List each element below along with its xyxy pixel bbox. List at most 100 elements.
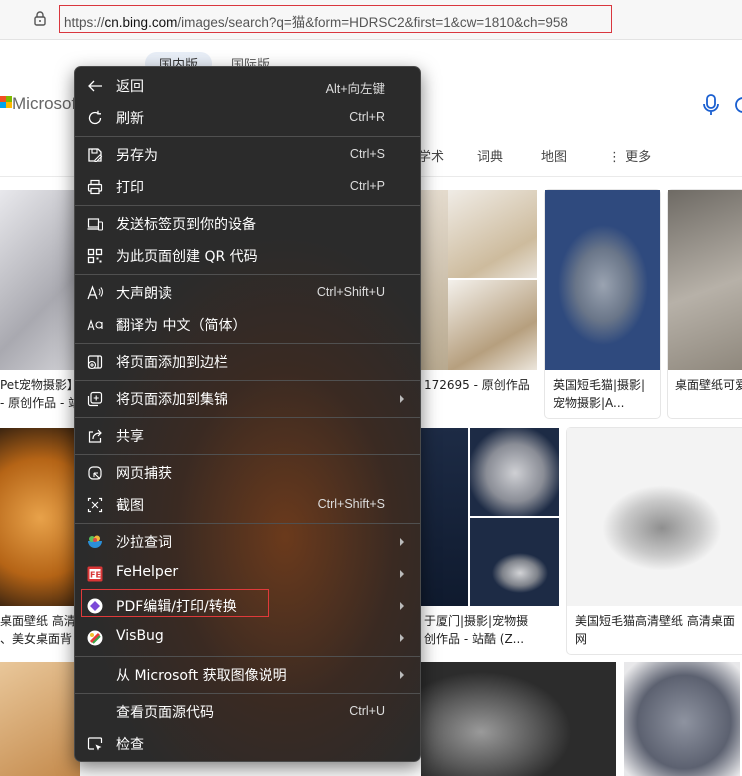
menu-item-fehelper[interactable]: FE FeHelper xyxy=(79,559,416,589)
microphone-icon[interactable] xyxy=(701,94,721,116)
menu-separator xyxy=(75,136,420,137)
menu-item-back[interactable]: 返回 Alt+向左键 xyxy=(79,71,416,101)
menu-label: 刷新 xyxy=(116,111,144,127)
result-caption-3b: 宠物摄影|A... xyxy=(553,396,625,410)
result-caption-7b: 网 xyxy=(575,632,588,646)
save-as-icon xyxy=(88,148,103,162)
menu-label: 从 Microsoft 获取图像说明 xyxy=(116,668,287,684)
menu-item-inspect[interactable]: 检查 xyxy=(79,729,416,759)
menu-separator xyxy=(75,693,420,694)
back-arrow-icon xyxy=(88,80,102,92)
nav-tab-maps[interactable]: 地图 xyxy=(541,146,567,165)
nav-tab-academic[interactable]: 学术 xyxy=(418,146,444,165)
menu-separator xyxy=(75,417,420,418)
add-to-sidebar-icon xyxy=(87,355,103,370)
result-caption-1b[interactable]: - 原创作品 - 站 xyxy=(0,394,80,412)
menu-shortcut: Ctrl+S xyxy=(349,147,385,161)
highlight-box xyxy=(81,589,269,617)
result-image-6a[interactable] xyxy=(421,428,468,606)
result-image-3[interactable] xyxy=(545,190,660,370)
send-to-device-icon xyxy=(87,218,103,231)
svg-text:FE: FE xyxy=(90,571,101,580)
menu-shortcut: Ctrl+P xyxy=(349,179,385,193)
microsoft-logo-icon[interactable] xyxy=(0,96,12,114)
url-prefix: https:// xyxy=(64,15,105,30)
menu-item-share[interactable]: 共享 xyxy=(79,421,416,451)
result-image-6b[interactable] xyxy=(470,428,559,516)
address-bar-area: https://cn.bing.com/images/search?q=猫&fo… xyxy=(0,0,742,40)
browser-window: https://cn.bing.com/images/search?q=猫&fo… xyxy=(0,0,742,776)
lock-icon[interactable] xyxy=(32,10,48,26)
result-image-2a[interactable] xyxy=(421,190,448,370)
qr-code-icon xyxy=(87,248,103,264)
result-image-2b[interactable] xyxy=(448,190,537,278)
visual-search-icon[interactable] xyxy=(734,94,742,116)
result-caption-5b[interactable]: 、美女桌面背 xyxy=(0,630,80,648)
url-field[interactable]: https://cn.bing.com/images/search?q=猫&fo… xyxy=(59,5,612,33)
menu-item-visbug[interactable]: VisBug xyxy=(79,623,416,653)
menu-label: 沙拉查词 xyxy=(116,535,172,551)
menu-item-save-as[interactable]: 另存为 Ctrl+S xyxy=(79,140,416,170)
screenshot-icon xyxy=(87,497,103,513)
menu-item-read-aloud[interactable]: 大声朗读 Ctrl+Shift+U xyxy=(79,278,416,308)
result-image-9[interactable] xyxy=(421,662,616,776)
menu-shortcut: Ctrl+Shift+U xyxy=(316,285,385,299)
result-image-2c[interactable] xyxy=(448,280,537,370)
result-image-4[interactable] xyxy=(668,190,742,370)
menu-label: 截图 xyxy=(116,498,144,514)
web-capture-icon xyxy=(88,466,102,480)
menu-separator xyxy=(75,343,420,344)
menu-label: 检查 xyxy=(116,737,144,753)
menu-label: 为此页面创建 QR 代码 xyxy=(116,249,258,265)
menu-label: 打印 xyxy=(116,180,144,196)
menu-shortcut: Ctrl+Shift+S xyxy=(317,497,385,511)
inspect-icon xyxy=(87,737,103,751)
menu-label: 网页捕获 xyxy=(116,466,172,482)
menu-shortcut: Ctrl+R xyxy=(349,110,385,124)
result-card-3[interactable]: 英国短毛猫|摄影| 宠物摄影|A... xyxy=(545,190,660,418)
result-caption-6b[interactable]: 创作品 - 站酷 (Z... xyxy=(424,630,560,648)
nav-tab-more[interactable]: ⋮ 更多 xyxy=(608,146,651,165)
nav-tab-dictionary[interactable]: 词典 xyxy=(477,146,503,165)
menu-item-refresh[interactable]: 刷新 Ctrl+R xyxy=(79,103,416,133)
menu-item-send-to-device[interactable]: 发送标签页到你的设备 xyxy=(79,209,416,239)
result-image-7[interactable] xyxy=(567,428,742,606)
nav-tab-more-label: 更多 xyxy=(625,150,652,165)
menu-item-add-to-collections[interactable]: 将页面添加到集锦 xyxy=(79,384,416,414)
result-card-7[interactable]: 美国短毛猫高清壁纸 高清桌面 网 xyxy=(567,428,742,654)
menu-item-web-capture[interactable]: 网页捕获 xyxy=(79,458,416,488)
menu-item-view-source[interactable]: 查看页面源代码 Ctrl+U xyxy=(79,697,416,727)
menu-separator xyxy=(75,274,420,275)
fehelper-icon: FE xyxy=(87,566,103,582)
menu-item-salad-dictionary[interactable]: 沙拉查词 xyxy=(79,527,416,557)
result-caption-1a[interactable]: Pet宠物摄影】 xyxy=(0,376,80,394)
result-caption-7a: 美国短毛猫高清壁纸 高清桌面 xyxy=(575,614,735,628)
chevron-right-icon xyxy=(400,570,404,578)
menu-item-image-descriptions[interactable]: 从 Microsoft 获取图像说明 xyxy=(79,660,416,690)
menu-item-screenshot[interactable]: 截图 Ctrl+Shift+S xyxy=(79,490,416,520)
microsoft-logo-text[interactable]: Microsoft xyxy=(12,94,81,114)
menu-label: FeHelper xyxy=(116,564,179,580)
result-caption-3a: 英国短毛猫|摄影| xyxy=(553,378,646,392)
result-caption-5a[interactable]: 桌面壁纸 高清 xyxy=(0,612,80,630)
result-image-10[interactable] xyxy=(624,662,740,776)
result-caption-2[interactable]: 172695 - 原创作品 xyxy=(424,376,536,394)
menu-label: 返回 xyxy=(116,79,144,95)
result-image-6c[interactable] xyxy=(470,518,559,606)
menu-label: 将页面添加到边栏 xyxy=(116,355,228,371)
result-caption-6a[interactable]: 于厦门|摄影|宠物摄 xyxy=(424,612,560,630)
result-image-8[interactable] xyxy=(0,662,80,776)
menu-item-qr-code[interactable]: 为此页面创建 QR 代码 xyxy=(79,241,416,271)
menu-label: 大声朗读 xyxy=(116,286,172,302)
result-caption-4: 桌面壁纸可爱 xyxy=(675,378,742,392)
result-card-4[interactable]: 桌面壁纸可爱 xyxy=(668,190,742,418)
menu-item-print[interactable]: 打印 Ctrl+P xyxy=(79,172,416,202)
menu-item-add-to-sidebar[interactable]: 将页面添加到边栏 xyxy=(79,347,416,377)
menu-label: 共享 xyxy=(116,429,144,445)
menu-separator xyxy=(75,523,420,524)
chevron-right-icon xyxy=(400,602,404,610)
menu-shortcut: Ctrl+U xyxy=(349,704,385,718)
menu-shortcut: Alt+向左键 xyxy=(325,82,385,96)
menu-item-translate[interactable]: 翻译为 中文（简体） xyxy=(79,310,416,340)
result-image-5[interactable] xyxy=(0,428,80,606)
